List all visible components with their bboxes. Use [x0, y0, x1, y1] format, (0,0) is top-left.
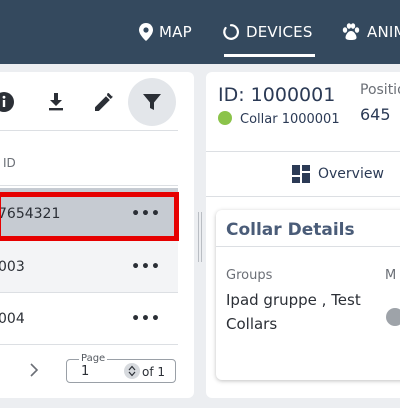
nav-map[interactable]: MAP — [139, 0, 192, 64]
row-id: 004 — [0, 310, 25, 327]
row-id: 003 — [0, 258, 25, 275]
circle-arc-icon — [222, 23, 240, 41]
filter-button[interactable] — [128, 78, 176, 126]
device-detail-panel: ID: 1000001 Positio 645 Collar 1000001 O… — [206, 72, 400, 398]
card-divider — [216, 246, 400, 247]
selection-highlight — [0, 192, 179, 241]
toggle-indicator[interactable] — [386, 308, 400, 326]
table-row[interactable]: 003 ••• — [0, 241, 178, 293]
edit-button[interactable] — [88, 86, 120, 118]
tab-overview-label: Overview — [318, 166, 384, 182]
position-label: Positio — [360, 82, 400, 98]
nav-animals[interactable]: ANIM — [341, 0, 400, 64]
download-button[interactable] — [40, 86, 72, 118]
nav-map-label: MAP — [159, 23, 192, 41]
column-header-id[interactable]: ID — [3, 156, 16, 170]
groups-label: Groups — [226, 268, 273, 283]
collar-name: Collar 1000001 — [240, 112, 340, 127]
collar-details-card: Collar Details Groups Ipad gruppe , Test… — [216, 210, 400, 380]
status-indicator — [218, 111, 232, 125]
header-divider — [206, 151, 400, 152]
page-field-label: Page — [79, 353, 108, 364]
dashboard-icon — [292, 165, 310, 183]
tab-divider — [206, 196, 400, 197]
top-nav: MAP DEVICES ANIM — [0, 0, 400, 64]
card-title: Collar Details — [226, 220, 355, 240]
device-id-title: ID: 1000001 — [218, 84, 336, 106]
nav-devices[interactable]: DEVICES — [222, 0, 315, 64]
more-options-icon[interactable]: ••• — [131, 311, 160, 327]
page-total: of 1 — [142, 365, 166, 379]
nav-animals-label: ANIM — [367, 23, 400, 41]
page-number-input[interactable]: 1 — [81, 364, 89, 379]
header-divider — [0, 185, 178, 186]
filter-icon — [143, 94, 161, 110]
nav-devices-label: DEVICES — [246, 23, 313, 41]
page-stepper[interactable] — [124, 363, 140, 379]
info-button[interactable] — [0, 86, 20, 118]
device-list-panel: ID 7654321 ••• 003 ••• 004 ••• Page 1 of… — [0, 72, 194, 398]
more-options-icon[interactable]: ••• — [131, 259, 160, 275]
table-row[interactable]: 004 ••• — [0, 293, 178, 345]
paw-icon — [341, 23, 361, 41]
position-value: 645 — [360, 105, 391, 124]
download-icon — [49, 93, 63, 111]
map-pin-icon — [139, 23, 153, 41]
tab-overview[interactable]: Overview — [292, 165, 384, 183]
edit-icon — [95, 93, 113, 111]
toolbar-divider — [0, 130, 178, 131]
panel-resize-handle[interactable] — [198, 212, 202, 262]
chevron-right-icon — [30, 363, 39, 377]
next-page-button[interactable] — [26, 362, 42, 378]
field-label-m: M — [385, 268, 397, 283]
info-icon — [0, 92, 14, 112]
stepper-arrows-icon — [128, 365, 136, 377]
groups-value: Ipad gruppe , Test Collars — [226, 291, 361, 333]
